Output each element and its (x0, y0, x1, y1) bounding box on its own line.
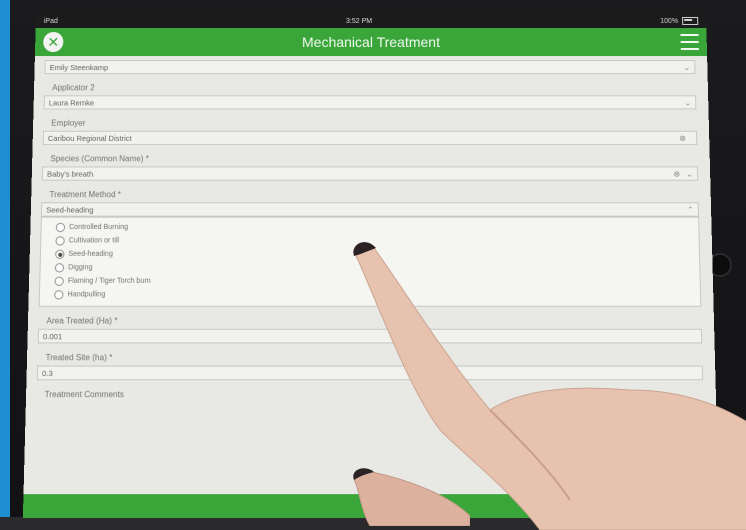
method-option[interactable]: Cultivation or till (55, 234, 692, 247)
method-option-label: Digging (68, 264, 92, 271)
method-options-list: Controlled Burning Cultivation or till S… (39, 217, 702, 307)
battery-icon (682, 17, 698, 25)
employer-select[interactable]: Caribou Regional District ⊗ (43, 131, 698, 145)
radio-icon[interactable] (55, 236, 64, 245)
chevron-up-icon: ⌃ (687, 205, 694, 214)
chevron-down-icon: ⌄ (684, 98, 691, 107)
blue-background-strip (0, 0, 10, 517)
applicator2-value: Laura Remke (49, 98, 95, 107)
area-treated-label: Area Treated (Ha) * (46, 316, 701, 325)
method-option-label: Controlled Burning (69, 224, 128, 231)
radio-icon[interactable] (56, 223, 65, 232)
treatment-form: Emily Steenkamp ⌄ Applicator 2 Laura Rem… (26, 56, 716, 399)
method-option[interactable]: Flaming / Tiger Torch burn (54, 275, 693, 289)
status-right: 100% (660, 17, 698, 25)
area-treated-value: 0.001 (43, 331, 62, 340)
area-treated-input[interactable]: 0.001 (38, 329, 703, 344)
page-title: Mechanical Treatment (35, 34, 707, 50)
method-option[interactable]: Handpulling (54, 288, 694, 302)
species-value: Baby's breath (47, 169, 93, 178)
species-select[interactable]: Baby's breath ⊗ ⌄ (42, 166, 698, 180)
species-label: Species (Common Name) * (50, 154, 697, 163)
method-option-label: Seed-heading (68, 251, 113, 258)
treated-site-value: 0.3 (42, 368, 53, 377)
method-select[interactable]: Seed-heading ⌃ (41, 202, 699, 216)
chevron-down-icon: ⌄ (686, 169, 693, 178)
radio-selected-icon[interactable] (55, 250, 64, 259)
treatment-comments-label: Treatment Comments (45, 390, 704, 400)
applicator2-label: Applicator 2 (52, 83, 696, 92)
method-option[interactable]: Seed-heading (55, 248, 693, 261)
employer-label: Employer (51, 119, 697, 128)
applicator2-select[interactable]: Laura Remke ⌄ (44, 95, 697, 109)
bottom-bar (23, 494, 719, 518)
radio-icon[interactable] (55, 263, 64, 272)
status-time: 3:52 PM (346, 17, 372, 24)
method-option-label: Cultivation or till (69, 237, 119, 244)
method-option[interactable]: Controlled Burning (56, 221, 693, 234)
status-bar: iPad 3:52 PM 100% (36, 14, 707, 28)
radio-icon[interactable] (54, 290, 63, 299)
employer-value: Caribou Regional District (48, 133, 132, 142)
chevron-down-icon: ⌄ (683, 63, 690, 72)
method-value: Seed-heading (46, 205, 94, 214)
nav-bar: ✕ Mechanical Treatment (35, 28, 707, 56)
applicator1-select[interactable]: Emily Steenkamp ⌄ (44, 60, 695, 74)
method-option[interactable]: Digging (55, 261, 694, 274)
method-label: Treatment Method * (49, 190, 698, 199)
method-option-label: Handpulling (67, 291, 105, 298)
battery-percent: 100% (660, 17, 678, 24)
method-option-label: Flaming / Tiger Torch burn (68, 278, 151, 285)
clear-icon[interactable]: ⊗ (673, 169, 680, 178)
treated-site-label: Treated Site (ha) * (45, 353, 702, 362)
clear-icon[interactable]: ⊗ (679, 133, 686, 142)
treated-site-input[interactable]: 0.3 (37, 366, 703, 381)
carrier-label: iPad (44, 17, 58, 24)
applicator1-value: Emily Steenkamp (50, 63, 109, 72)
hamburger-menu-icon[interactable] (680, 34, 698, 50)
radio-icon[interactable] (54, 277, 63, 286)
app-screen: iPad 3:52 PM 100% ✕ Mechanical Treatment… (23, 14, 719, 518)
